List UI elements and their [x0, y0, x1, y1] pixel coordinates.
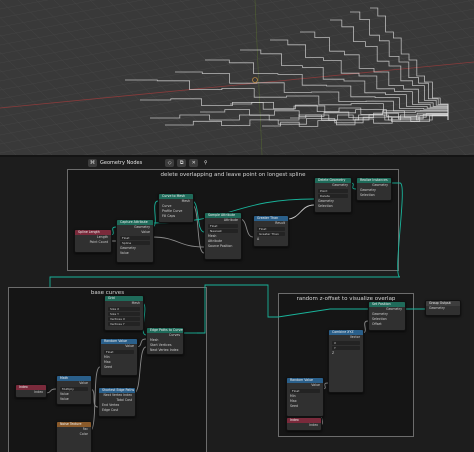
- data-type-dropdown[interactable]: Float: [257, 227, 285, 231]
- node-row: Seed: [290, 404, 298, 408]
- viewport-canvas[interactable]: [0, 0, 474, 155]
- vertices-x-field[interactable]: Vertices X: [108, 317, 140, 321]
- node-row: Selection: [360, 193, 375, 197]
- 3d-viewport[interactable]: [0, 0, 474, 155]
- node-sample-attribute[interactable]: Sample Attribute Attribute Float Nearest…: [204, 212, 242, 260]
- blender-window: ⌘ Geometry Nodes ◇ ⧉ ✕ ⚲ delete overlapp…: [0, 0, 474, 452]
- node-row: Offset: [372, 322, 382, 326]
- node-row: Next Vertex Index: [150, 348, 179, 352]
- node-row: Index: [34, 390, 43, 394]
- node-row: Edge Cost: [102, 408, 119, 412]
- node-set-position[interactable]: Set Position Geometry Geometry Selection…: [368, 301, 406, 331]
- node-row: Vector: [349, 335, 360, 339]
- node-row: Seed: [104, 365, 112, 369]
- node-random-value-right[interactable]: Random Value Value Float Min Max Seed: [286, 377, 324, 417]
- node-grid[interactable]: Grid Mesh Size X Size Y Vertices X Verti…: [104, 295, 144, 331]
- node-index-left[interactable]: Index Index: [15, 384, 47, 398]
- node-edge-paths-to-curves[interactable]: Edge Paths to Curves Curves Mesh Start V…: [146, 327, 184, 355]
- node-row: Index: [309, 423, 318, 427]
- node-realize-instances[interactable]: Realize Instances Geometry Geometry Sele…: [356, 177, 392, 201]
- node-row: Source Position: [208, 244, 233, 248]
- node-row: Value: [141, 230, 150, 234]
- node-row: Value: [311, 383, 320, 387]
- size-x-field[interactable]: Size X: [108, 307, 140, 311]
- operation-dropdown[interactable]: Multiply: [60, 387, 88, 391]
- data-type-dropdown[interactable]: Float: [290, 389, 320, 393]
- vertices-y-field[interactable]: Vertices Y: [108, 322, 140, 326]
- node-editor[interactable]: ⌘ Geometry Nodes ◇ ⧉ ✕ ⚲ delete overlapp…: [0, 157, 474, 452]
- node-row: Fill Caps: [162, 214, 176, 218]
- node-row: Geometry: [429, 306, 445, 310]
- domain-dropdown[interactable]: Spline: [120, 241, 150, 245]
- curve-geometry: [125, 7, 449, 127]
- node-row: A: [257, 237, 260, 241]
- size-y-field[interactable]: Size Y: [108, 312, 140, 316]
- node-row: Mesh: [131, 301, 140, 305]
- node-shortest-edge-paths[interactable]: Shortest Edge Paths Next Vertex Index To…: [98, 387, 136, 417]
- data-type-dropdown[interactable]: Float: [208, 224, 238, 228]
- data-type-dropdown[interactable]: Float: [120, 236, 150, 240]
- node-row: Result: [275, 221, 285, 225]
- node-index-right[interactable]: Index Index: [286, 417, 322, 431]
- x-field[interactable]: X: [332, 341, 360, 345]
- node-greater-than[interactable]: Greater Than Result Float Greater Than A: [253, 215, 289, 247]
- node-row: Value: [120, 251, 129, 255]
- node-row: Attribute: [223, 218, 238, 222]
- node-capture-attribute[interactable]: Capture Attribute Geometry Value Float S…: [116, 219, 154, 263]
- node-row: Color: [79, 432, 88, 436]
- node-curve-to-mesh[interactable]: Curve to Mesh Mesh Curve Profile Curve F…: [158, 193, 194, 223]
- node-row: Geometry: [332, 183, 348, 187]
- operation-dropdown[interactable]: Greater Than: [257, 232, 285, 236]
- node-noise-texture[interactable]: Noise Texture Fac Color: [56, 421, 92, 452]
- domain-dropdown[interactable]: Point: [318, 189, 348, 193]
- viewport-grid: [0, 0, 474, 155]
- mode-dropdown[interactable]: Delete: [318, 194, 348, 198]
- node-delete-geometry[interactable]: Delete Geometry Geometry Point Delete Ge…: [314, 177, 352, 213]
- node-row: Point Count: [89, 240, 108, 244]
- data-type-dropdown[interactable]: Float: [104, 350, 134, 354]
- node-row: Value: [125, 344, 134, 348]
- node-row: Selection: [318, 204, 333, 208]
- node-group-output[interactable]: Group Output Geometry: [425, 300, 461, 316]
- origin-marker-icon: [252, 77, 258, 83]
- node-math-left[interactable]: Math Value Multiply Value Value: [56, 375, 92, 405]
- node-combine-xyz[interactable]: Combine XYZ Vector X Y Z: [328, 329, 364, 393]
- node-random-value[interactable]: Random Value Value Float Min Max Seed: [100, 338, 138, 376]
- y-field[interactable]: Y: [332, 346, 360, 350]
- mode-dropdown[interactable]: Nearest: [208, 229, 238, 233]
- node-row: Value: [79, 381, 88, 385]
- node-spline-length[interactable]: Spline Length Length Point Count: [74, 229, 112, 253]
- node-row: Value: [60, 397, 69, 401]
- node-row: Z: [332, 351, 335, 355]
